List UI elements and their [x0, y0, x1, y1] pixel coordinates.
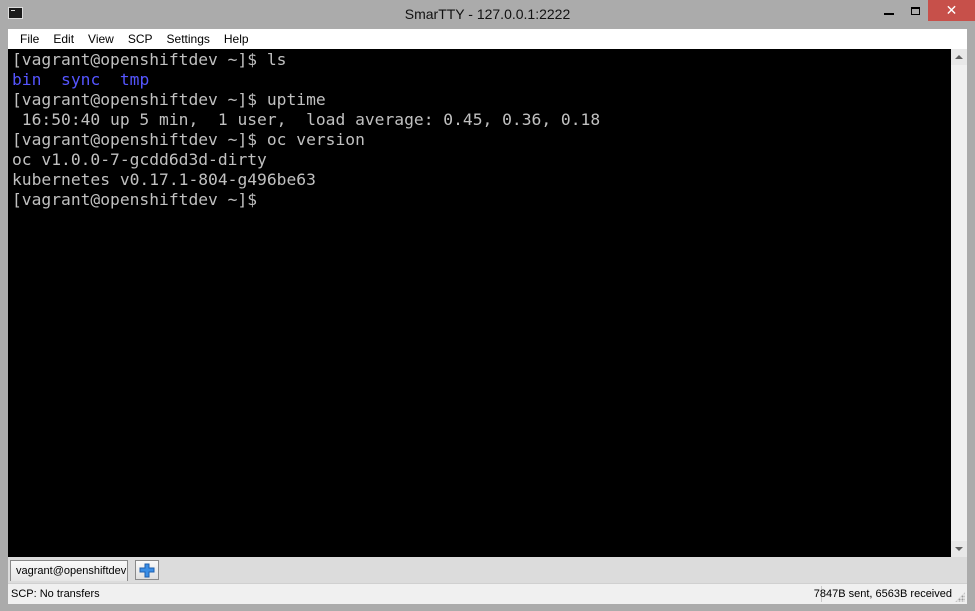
window-title: SmarTTY - 127.0.0.1:2222: [404, 6, 571, 22]
minimize-icon: [884, 12, 894, 15]
new-session-button[interactable]: [135, 560, 159, 580]
menu-help[interactable]: Help: [217, 29, 256, 49]
menu-edit[interactable]: Edit: [46, 29, 81, 49]
title-bar[interactable]: SmarTTY - 127.0.0.1:2222 ✕: [0, 0, 975, 29]
terminal-line: [vagrant@openshiftdev ~]$ uptime: [12, 90, 326, 109]
status-bar: SCP: No transfers 7847B sent, 6563B rece…: [8, 583, 967, 604]
menu-scp[interactable]: SCP: [121, 29, 160, 49]
app-window: SmarTTY - 127.0.0.1:2222 ✕ File Edit Vie…: [0, 0, 975, 611]
transfer-stats: 7847B sent, 6563B received: [813, 588, 952, 600]
terminal-line: 16:50:40 up 5 min, 1 user, load average:…: [12, 110, 601, 129]
maximize-icon: [910, 6, 920, 15]
menu-settings[interactable]: Settings: [160, 29, 217, 49]
scp-status: SCP: No transfers: [11, 588, 100, 600]
session-tab-bar: vagrant@openshiftdev:~: [8, 557, 967, 583]
session-tab[interactable]: vagrant@openshiftdev:~: [10, 560, 128, 581]
close-icon: ✕: [945, 2, 958, 19]
directory-entry: tmp: [119, 70, 150, 89]
arrow-up-icon: [955, 55, 963, 59]
scroll-down-button[interactable]: [951, 541, 967, 557]
plus-icon: [139, 563, 155, 578]
terminal-line: bin sync tmp: [12, 70, 600, 90]
vertical-scrollbar[interactable]: [951, 49, 967, 557]
directory-entry: sync: [61, 70, 101, 89]
scroll-up-button[interactable]: [951, 49, 967, 65]
maximize-button[interactable]: [902, 0, 928, 21]
minimize-button[interactable]: [876, 0, 902, 21]
terminal-line: [vagrant@openshiftdev ~]$: [12, 190, 258, 209]
resize-grip[interactable]: [955, 592, 965, 602]
terminal-view[interactable]: [vagrant@openshiftdev ~]$ ls bin sync tmp…: [8, 49, 951, 557]
menu-bar: File Edit View SCP Settings Help: [8, 29, 967, 49]
directory-entry: bin: [12, 70, 42, 89]
terminal-line: oc v1.0.0-7-gcdd6d3d-dirty: [12, 150, 267, 169]
terminal-line: kubernetes v0.17.1-804-g496be63: [12, 170, 316, 189]
terminal-output: [vagrant@openshiftdev ~]$ ls bin sync tmp…: [12, 50, 600, 210]
menu-view[interactable]: View: [81, 29, 121, 49]
arrow-down-icon: [955, 547, 963, 551]
terminal-line: [vagrant@openshiftdev ~]$ oc version: [12, 130, 365, 149]
terminal-line: [vagrant@openshiftdev ~]$ ls: [12, 50, 287, 69]
scroll-track[interactable]: [951, 65, 967, 541]
close-button[interactable]: ✕: [928, 0, 975, 21]
menu-file[interactable]: File: [8, 29, 46, 49]
